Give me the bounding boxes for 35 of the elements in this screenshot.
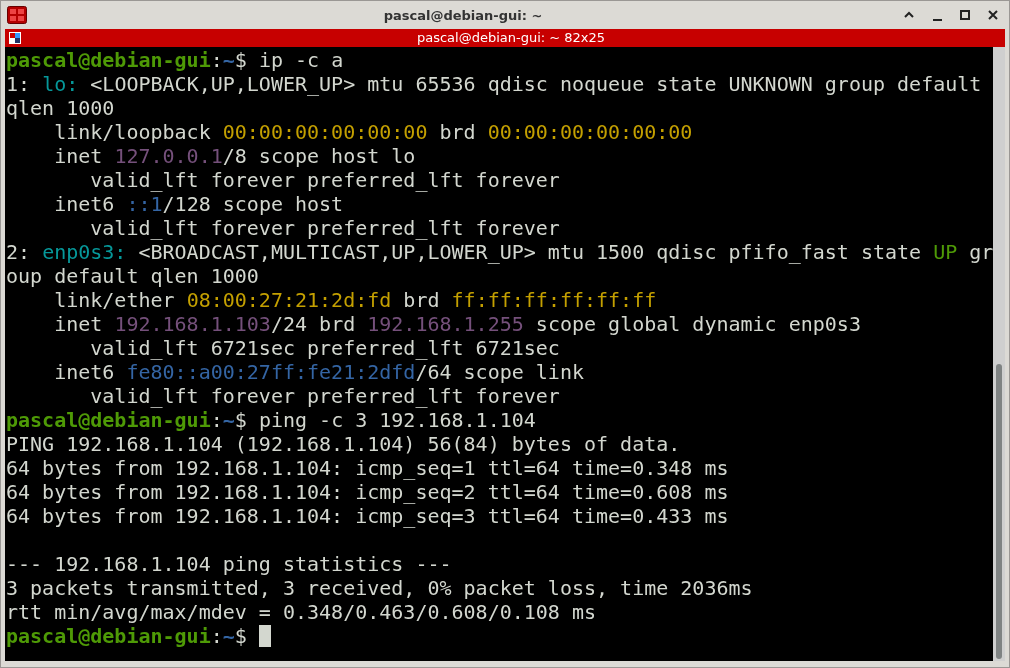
- terminal-line: link/ether 08:00:27:21:2d:fd brd ff:ff:ff:ff:ff:ff: [53, 288, 658, 312]
- terminal-line: valid_lft forever preferred_lft forever: [89, 384, 561, 408]
- window-title: pascal@debian-gui: ~: [382, 7, 544, 23]
- terminal-line: 2: enp0s3: <BROADCAST,MULTICAST,UP,LOWER_UP> mtu 1500 qdisc pfifo_fast state UP gr: [6, 240, 993, 264]
- terminal-line: 64 bytes from 192.168.1.104: icmp_seq=2 ttl=64 time=0.608 ms: [6, 480, 730, 504]
- terminal-line: rtt min/avg/max/mdev = 0.348/0.463/0.608/0.108 ms: [6, 600, 597, 624]
- scrollbar[interactable]: [993, 47, 1005, 661]
- terminal-line: inet 192.168.1.103/24 brd 192.168.1.255 scope global dynamic enp0s3: [53, 312, 862, 336]
- terminal-line: valid_lft 6721sec preferred_lft 6721sec: [89, 336, 561, 360]
- close-icon: [987, 9, 999, 21]
- terminal-app-icon[interactable]: [7, 6, 27, 24]
- terminal-line: --- 192.168.1.104 ping statistics ---: [6, 552, 453, 576]
- terminal-line: pascal@debian-gui:~$ ip -c a: [6, 48, 345, 72]
- terminal-line: inet6 ::1/128 scope host: [53, 192, 345, 216]
- terminal-line: PING 192.168.1.104 (192.168.1.104) 56(84) bytes of data.: [6, 432, 682, 456]
- terminal-tab-icon[interactable]: [9, 32, 21, 44]
- text-cursor: [258, 625, 271, 647]
- terminal-line: 64 bytes from 192.168.1.104: icmp_seq=1 ttl=64 time=0.348 ms: [6, 456, 730, 480]
- terminal-line: 1: lo: <LOOPBACK,UP,LOWER_UP> mtu 65536 qdisc noqueue state UNKNOWN group default: [6, 72, 983, 96]
- terminal-line: 3 packets transmitted, 3 received, 0% packet loss, time 2036ms: [6, 576, 754, 600]
- terminal-line: pascal@debian-gui:~$: [6, 624, 993, 648]
- terminal-line: valid_lft forever preferred_lft forever: [89, 216, 561, 240]
- terminal-line: 64 bytes from 192.168.1.104: icmp_seq=3 ttl=64 time=0.433 ms: [6, 504, 730, 528]
- scrollbar-thumb[interactable]: [996, 364, 1002, 659]
- terminal-line: oup default qlen 1000: [6, 264, 260, 288]
- terminal-line: inet 127.0.0.1/8 scope host lo: [53, 144, 417, 168]
- terminal-line: inet6 fe80::a00:27ff:fe21:2dfd/64 scope link: [53, 360, 585, 384]
- tab-title[interactable]: pascal@debian-gui: ~ 82x25: [21, 29, 1001, 47]
- maximize-icon: [959, 9, 971, 21]
- minimize-icon: [932, 19, 942, 21]
- terminal-line: pascal@debian-gui:~$ ping -c 3 192.168.1.104: [6, 408, 537, 432]
- terminal-line: valid_lft forever preferred_lft forever: [89, 168, 561, 192]
- terminal-line: qlen 1000: [6, 96, 116, 120]
- terminal-line: link/loopback 00:00:00:00:00:00 brd 00:00:00:00:00:00: [53, 120, 694, 144]
- caret-up-icon: [903, 10, 915, 20]
